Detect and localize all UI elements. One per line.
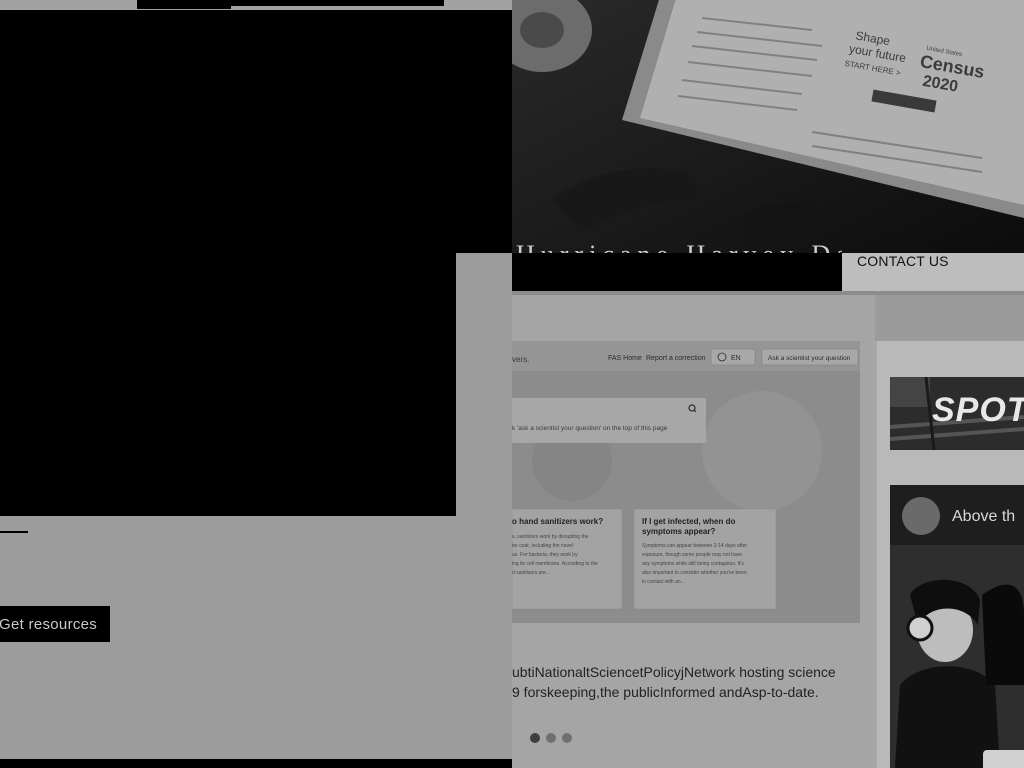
slide-image[interactable]: vers. FAS Home Report a correction EN As… [512, 341, 860, 623]
shot-search-hint: k 'ask a scientist your question' on the… [512, 425, 668, 432]
svg-text:Symptoms can appear between 2-: Symptoms can appear between 2-14 days af… [642, 543, 747, 549]
accent-divider [0, 531, 28, 533]
top-nav-block-wide[interactable] [231, 0, 444, 6]
slider-dot-3[interactable] [562, 733, 572, 743]
bottom-bar [0, 759, 512, 768]
spot-banner-text[interactable]: SPOT [932, 391, 1024, 430]
svg-text:If I get infected, when do: If I get infected, when do [642, 517, 735, 526]
video-action-button[interactable] [983, 750, 1024, 768]
hero-image: Shape your future START HERE > United St… [512, 0, 1024, 253]
shot-ask-button: Ask a scientist your question [768, 355, 851, 362]
hero-caption[interactable]: Hurricane Harvey Data and Tools [516, 240, 842, 253]
svg-text:any symptoms while still being: any symptoms while still being contagiou… [642, 561, 744, 567]
get-resources-button[interactable]: Get resources [0, 606, 110, 642]
svg-text:us. For bacteria, they work by: us. For bacteria, they work by [512, 552, 578, 558]
svg-text:symptoms appear?: symptoms appear? [642, 527, 715, 536]
contact-us-label[interactable]: CONTACT US [857, 252, 949, 270]
shot-card1-title: o hand sanitizers work? [512, 517, 603, 526]
slide-caption-line-1: ubtiNationaltSciencetPolicyjNetwork host… [512, 664, 836, 680]
shot-fas-home: FAS Home [608, 355, 642, 362]
hero-caption-bar [512, 253, 842, 291]
top-nav-block[interactable] [137, 0, 231, 9]
svg-text:also important to consider whe: also important to consider whether you'v… [642, 570, 747, 576]
svg-text:d sanitizers are...: d sanitizers are... [512, 570, 550, 576]
svg-text:ing its cell membrane. Accordi: ing its cell membrane. According to the [512, 561, 598, 567]
feature-panel-lower [0, 253, 456, 516]
video-title[interactable]: Above th [952, 508, 1015, 526]
shot-nav-text: vers. [512, 355, 529, 364]
get-resources-label: Get resources [0, 615, 98, 633]
slider-dot-2[interactable] [546, 733, 556, 743]
hero-photo-laptop-census: Shape your future START HERE > United St… [512, 0, 1024, 253]
channel-avatar[interactable] [902, 497, 940, 535]
feature-panel [0, 10, 512, 253]
sidebar-border [875, 341, 877, 768]
svg-text:s, sanitizers work by disrupti: s, sanitizers work by disrupting the [512, 534, 589, 540]
shot-lang: EN [731, 355, 741, 362]
slide-caption: ubtiNationaltSciencetPolicyjNetwork host… [512, 662, 868, 702]
svg-text:ter coat, including the novel: ter coat, including the novel [512, 543, 573, 549]
shot-report-link: Report a correction [646, 355, 706, 362]
slide-screenshot: vers. FAS Home Report a correction EN As… [512, 341, 860, 623]
slider-dot-1[interactable] [530, 733, 540, 743]
svg-text:exposure, though some people m: exposure, though some people may not hav… [642, 552, 742, 558]
svg-text:in contact with an...: in contact with an... [642, 579, 685, 585]
slide-caption-line-2: 9 forskeeping,the publicInformed andAsp-… [512, 684, 819, 700]
